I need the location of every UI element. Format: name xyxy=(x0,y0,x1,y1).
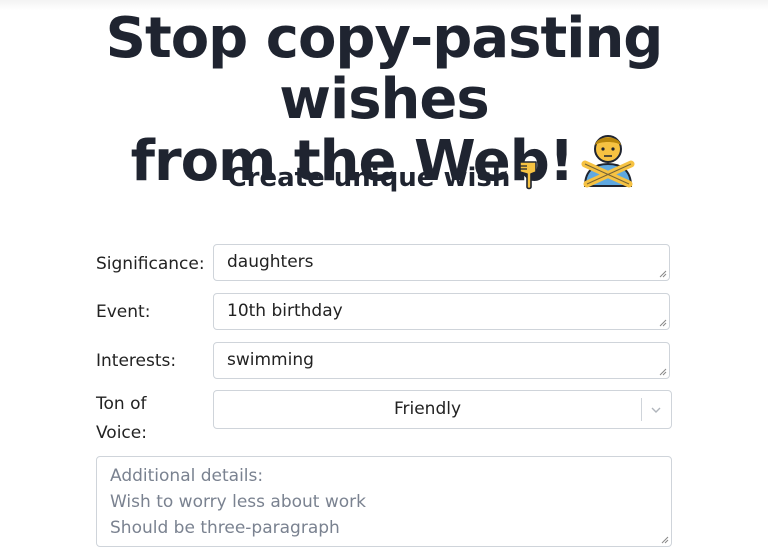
interests-label: Interests: xyxy=(96,351,177,371)
resize-grip-icon[interactable] xyxy=(661,536,669,544)
additional-details-field[interactable]: Additional details: Wish to worry less a… xyxy=(96,456,672,547)
chevron-down-icon[interactable] xyxy=(650,404,662,416)
resize-grip-icon[interactable] xyxy=(659,368,667,376)
interests-value: swimming xyxy=(227,350,314,370)
event-field[interactable]: 10th birthday xyxy=(213,293,670,330)
hero-title-line1: Stop copy-pasting wishes xyxy=(105,6,664,132)
subtitle-text: Create unique wish xyxy=(227,163,511,193)
interests-field[interactable]: swimming xyxy=(213,342,670,379)
details-placeholder-line: Wish to worry less about work xyxy=(110,492,367,512)
significance-value: daughters xyxy=(227,252,314,272)
details-placeholder-line: Additional details: xyxy=(110,466,264,486)
resize-grip-icon[interactable] xyxy=(659,270,667,278)
wish-generator-page: Stop copy-pasting wishes from the Web! C… xyxy=(0,0,768,558)
tone-label-line2: Voice: xyxy=(96,423,147,443)
significance-label: Significance: xyxy=(96,254,205,274)
significance-field[interactable]: daughters xyxy=(213,244,670,281)
select-separator xyxy=(641,398,642,421)
backhand-index-pointing-down-icon xyxy=(516,160,540,200)
resize-grip-icon[interactable] xyxy=(659,319,667,327)
tone-select-value: Friendly xyxy=(393,399,462,419)
subtitle: Create unique wish xyxy=(0,160,768,200)
event-value: 10th birthday xyxy=(227,301,343,321)
tone-select[interactable]: Friendly xyxy=(213,390,672,429)
details-placeholder-line: Should be three-paragraph xyxy=(110,518,340,538)
tone-label-line1: Ton of xyxy=(96,394,147,414)
event-label: Event: xyxy=(96,302,151,322)
